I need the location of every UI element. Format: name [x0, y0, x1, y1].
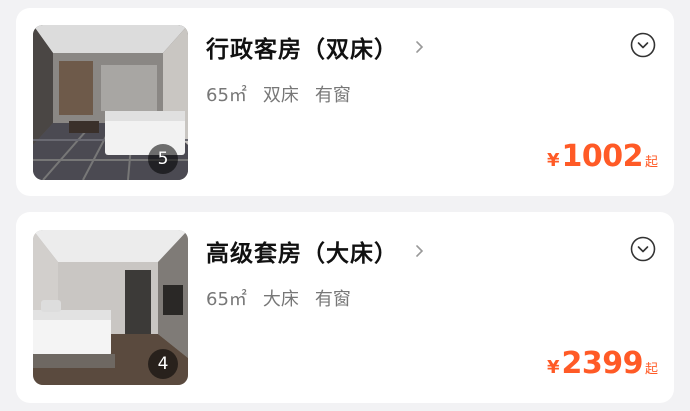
photo-count-badge: 5 — [148, 144, 178, 174]
room-price: ¥ 1002 起 — [547, 139, 658, 174]
room-specs: 65㎡ 大床 有窗 — [206, 285, 351, 311]
room-price: ¥ 2399 起 — [547, 346, 658, 381]
chevron-right-icon — [416, 245, 424, 257]
room-window: 有窗 — [314, 289, 351, 310]
chevron-right-icon — [416, 41, 424, 53]
room-area: 65㎡ — [206, 289, 247, 310]
chevron-down-circle-icon[interactable] — [630, 32, 656, 58]
room-specs: 65㎡ 双床 有窗 — [206, 81, 351, 107]
room-title: 高级套房（大床） — [206, 241, 398, 267]
room-photo[interactable]: 4 — [33, 230, 188, 385]
chevron-down-circle-icon[interactable] — [630, 236, 656, 262]
room-card-deluxe-suite[interactable]: 4 高级套房（大床） 65㎡ 大床 有窗 ¥ 2399 起 — [16, 212, 674, 403]
price-amount: 1002 — [561, 139, 643, 174]
room-list: 5 行政客房（双床） 65㎡ 双床 有窗 ¥ 1002 起 4 高级套房（大床）… — [0, 0, 690, 411]
room-bed-type: 双床 — [262, 85, 299, 106]
price-currency: ¥ — [546, 150, 560, 171]
room-title-link[interactable]: 行政客房（双床） — [206, 30, 426, 64]
price-suffix: 起 — [644, 155, 658, 170]
room-card-executive-twin[interactable]: 5 行政客房（双床） 65㎡ 双床 有窗 ¥ 1002 起 — [16, 8, 674, 196]
room-window: 有窗 — [314, 85, 351, 106]
room-area: 65㎡ — [206, 85, 247, 106]
price-amount: 2399 — [561, 346, 643, 381]
room-photo[interactable]: 5 — [33, 25, 188, 180]
price-suffix: 起 — [644, 362, 658, 377]
room-title: 行政客房（双床） — [206, 37, 398, 63]
photo-count-badge: 4 — [148, 349, 178, 379]
room-bed-type: 大床 — [262, 289, 299, 310]
price-currency: ¥ — [546, 357, 560, 378]
room-title-link[interactable]: 高级套房（大床） — [206, 234, 426, 268]
